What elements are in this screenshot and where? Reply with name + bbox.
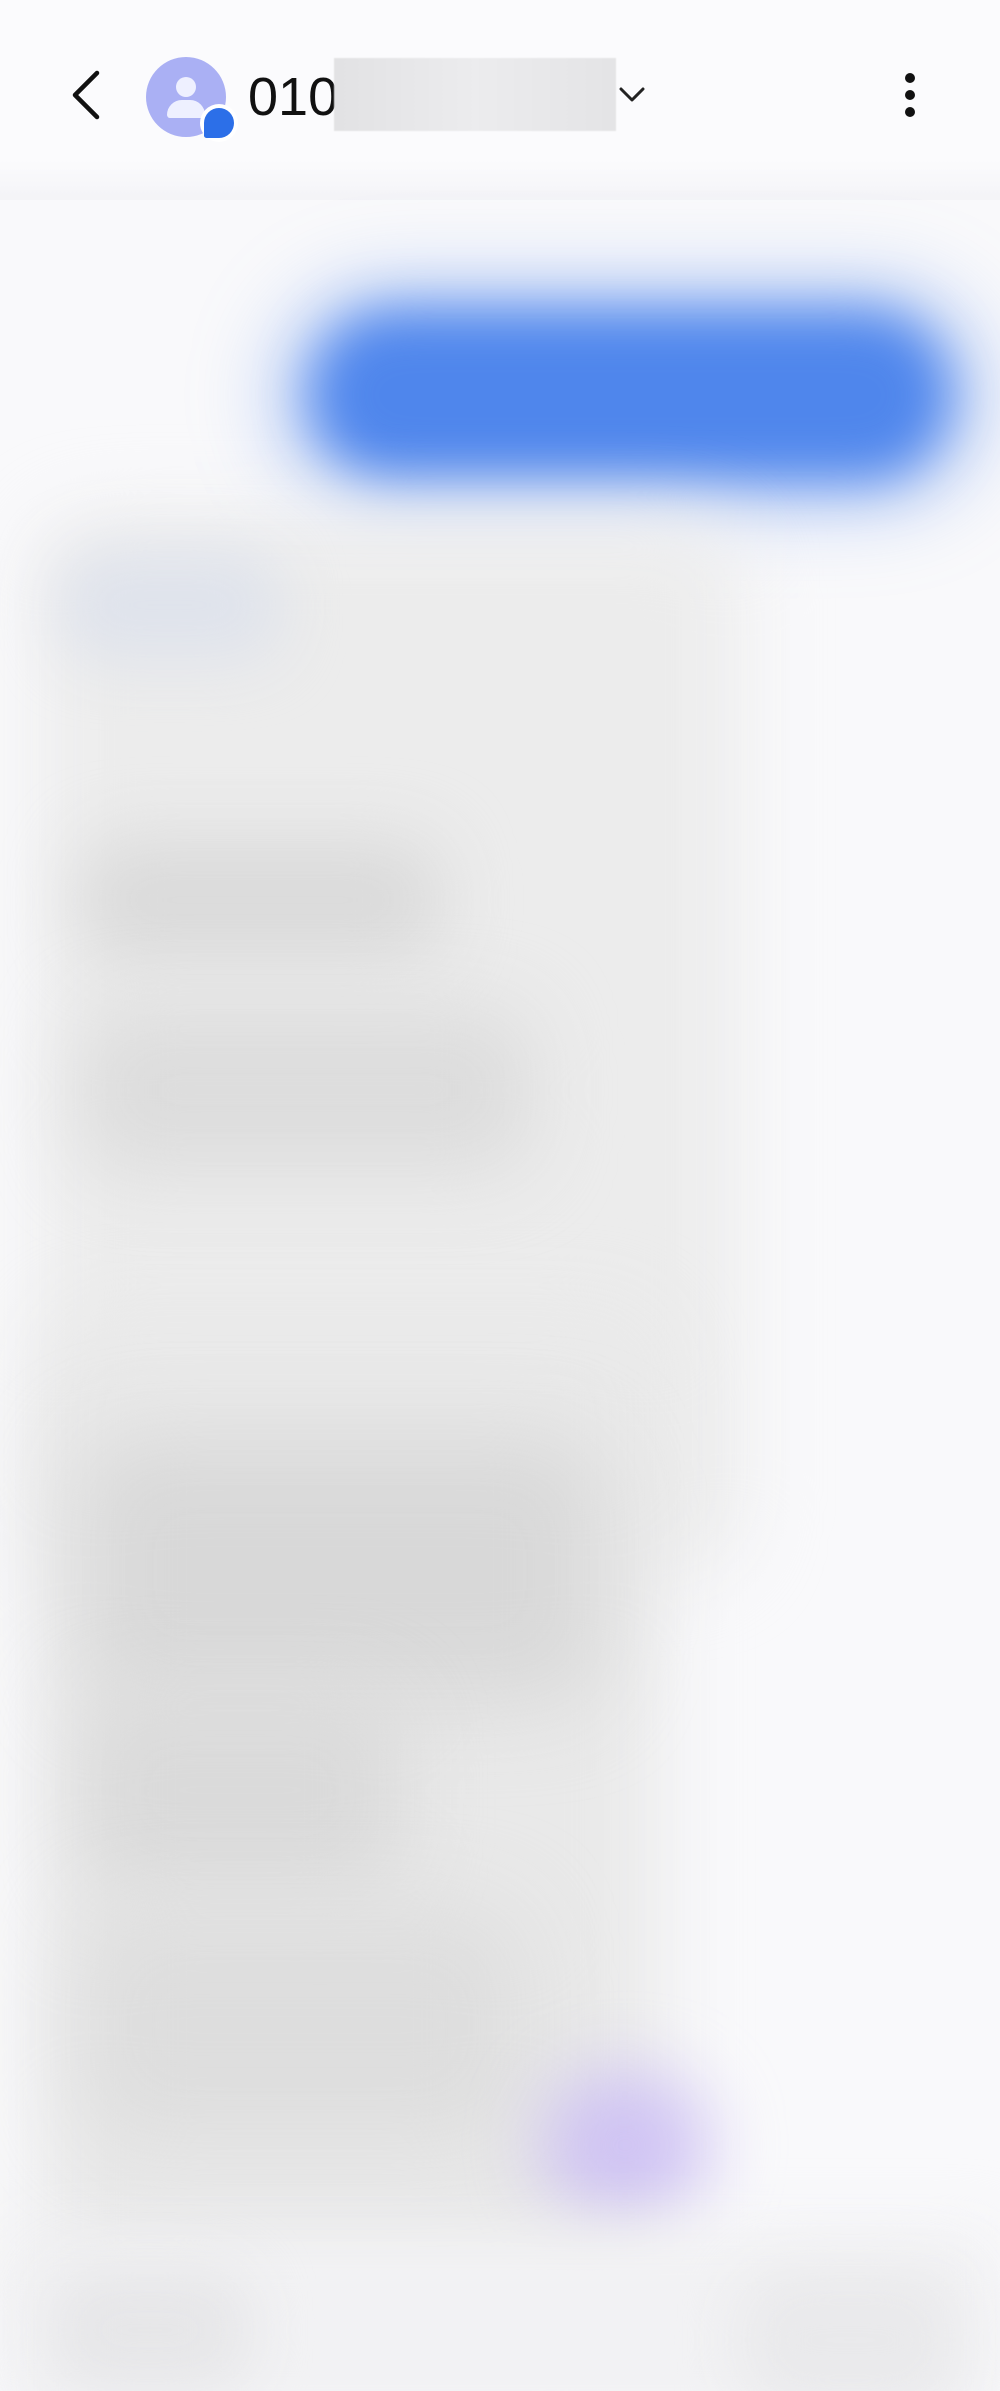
received-message-text-block (80, 1910, 520, 2140)
received-message-text-block (80, 840, 440, 960)
received-message-text-block (80, 1440, 600, 1700)
received-message-text-block (80, 1690, 400, 1890)
received-message-header (60, 550, 280, 660)
more-options-button[interactable] (880, 60, 940, 130)
back-button[interactable] (46, 50, 126, 140)
received-message-text-block (80, 1010, 530, 1170)
send-button[interactable] (740, 2270, 960, 2391)
message-list[interactable] (0, 190, 1000, 2391)
message-bubble-icon (200, 104, 238, 142)
reaction-spot (540, 2070, 710, 2220)
sent-message-bubble[interactable] (310, 310, 950, 480)
redacted-number (334, 58, 616, 131)
more-vertical-icon (905, 73, 915, 117)
contact-name[interactable]: 010 (248, 62, 338, 132)
contact-dropdown-button[interactable] (612, 80, 652, 110)
attach-button[interactable] (50, 2270, 250, 2390)
back-arrow-icon (72, 70, 100, 120)
chevron-down-icon (619, 87, 645, 102)
